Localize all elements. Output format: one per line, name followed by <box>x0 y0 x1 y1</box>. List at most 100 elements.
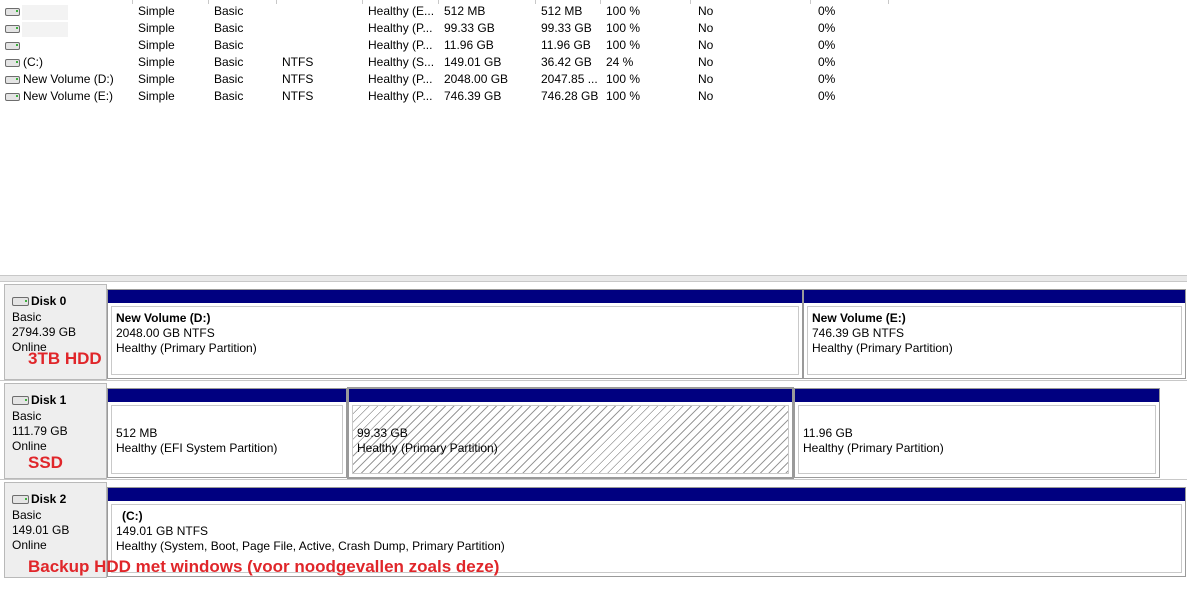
volume-layout: Simple <box>138 72 175 86</box>
row-separator <box>0 380 1187 381</box>
annotation-3tb-hdd: 3TB HDD <box>28 349 102 368</box>
partition-size: 2048.00 GB NTFS <box>116 326 215 340</box>
row-separator <box>0 479 1187 480</box>
volume-pct-free: 100 % <box>606 21 641 35</box>
disk-state: Online <box>12 538 47 552</box>
drive-icon <box>5 93 20 101</box>
drive-icon <box>5 59 20 67</box>
volume-fault-tolerance: No <box>698 4 714 18</box>
volume-name: New Volume (D:) <box>23 72 114 86</box>
volume-overhead: 0% <box>818 38 836 52</box>
volume-type: Basic <box>214 38 244 52</box>
drive-icon <box>5 42 20 50</box>
volume-pct-free: 100 % <box>606 72 641 86</box>
partition-body: 99.33 GB Healthy (Primary Partition) <box>352 405 789 474</box>
partition-recovery[interactable]: 11.96 GB Healthy (Primary Partition) <box>794 388 1160 478</box>
volume-name: (C:) <box>23 55 43 69</box>
volume-row[interactable]: Simple Basic Healthy (P... 11.96 GB 11.9… <box>0 37 900 54</box>
partition-bar <box>108 488 1185 501</box>
volume-row[interactable]: New Volume (D:) Simple Basic NTFS Health… <box>0 71 900 88</box>
volume-name: New Volume (E:) <box>23 89 114 103</box>
annotation-backup-hdd: Backup HDD met windows (voor noodgevalle… <box>28 557 500 576</box>
drive-icon <box>5 25 20 33</box>
volume-fs: NTFS <box>282 72 314 86</box>
partition-efi[interactable]: 512 MB Healthy (EFI System Partition) <box>107 388 347 478</box>
partition-size: 149.01 GB NTFS <box>116 524 209 538</box>
disk-0-title: Disk 0 <box>12 294 66 308</box>
volume-free: 36.42 GB <box>541 55 592 69</box>
volume-free: 512 MB <box>541 4 583 18</box>
pane-splitter[interactable] <box>0 275 1187 282</box>
volume-row[interactable]: (C:) Simple Basic NTFS Healthy (S... 149… <box>0 54 900 71</box>
drive-icon <box>5 8 20 16</box>
volume-layout: Simple <box>138 38 175 52</box>
partition-body: New Volume (D:) 2048.00 GB NTFS Healthy … <box>111 306 799 375</box>
disk-size: 149.01 GB <box>12 523 70 537</box>
partition-status: Healthy (Primary Partition) <box>357 441 498 455</box>
volume-status: Healthy (E... <box>368 4 435 18</box>
volume-capacity: 2048.00 GB <box>444 72 509 86</box>
volume-layout: Simple <box>138 4 175 18</box>
partition-d[interactable]: New Volume (D:) 2048.00 GB NTFS Healthy … <box>107 289 803 379</box>
disk-icon <box>12 494 29 504</box>
partition-size: 11.96 GB <box>803 426 853 440</box>
partition-size: 99.33 GB <box>357 426 408 440</box>
partition-body: 11.96 GB Healthy (Primary Partition) <box>798 405 1156 474</box>
volume-type: Basic <box>214 89 244 103</box>
volume-overhead: 0% <box>818 55 836 69</box>
partition-body: New Volume (E:) 746.39 GB NTFS Healthy (… <box>807 306 1182 375</box>
volume-pct-free: 100 % <box>606 38 641 52</box>
volume-capacity: 11.96 GB <box>444 38 494 52</box>
volume-overhead: 0% <box>818 89 836 103</box>
disk-name: Disk 0 <box>31 294 67 308</box>
volume-type: Basic <box>214 21 244 35</box>
redacted-name <box>22 5 68 20</box>
volume-status: Healthy (P... <box>368 89 433 103</box>
volume-row[interactable]: New Volume (E:) Simple Basic NTFS Health… <box>0 88 900 105</box>
volume-row[interactable]: Simple Basic Healthy (P... 99.33 GB 99.3… <box>0 20 900 37</box>
volume-capacity: 99.33 GB <box>444 21 495 35</box>
partition-bar <box>349 389 792 402</box>
disk-type: Basic <box>12 508 42 522</box>
volume-fault-tolerance: No <box>698 72 714 86</box>
disk-type: Basic <box>12 310 42 324</box>
partition-status: Healthy (System, Boot, Page File, Active… <box>116 539 505 553</box>
volume-type: Basic <box>214 72 244 86</box>
volume-free: 11.96 GB <box>541 38 591 52</box>
annotation-ssd: SSD <box>28 453 63 472</box>
volume-fault-tolerance: No <box>698 21 714 35</box>
partition-e[interactable]: New Volume (E:) 746.39 GB NTFS Healthy (… <box>803 289 1186 379</box>
volume-capacity: 512 MB <box>444 4 486 18</box>
volume-free: 99.33 GB <box>541 21 592 35</box>
volume-status: Healthy (P... <box>368 38 433 52</box>
partition-status: Healthy (Primary Partition) <box>803 441 944 455</box>
volume-list[interactable]: Simple Basic Healthy (E... 512 MB 512 MB… <box>0 0 1187 275</box>
partition-bar <box>108 389 346 402</box>
volume-overhead: 0% <box>818 21 836 35</box>
partition-primary-selected[interactable]: 99.33 GB Healthy (Primary Partition) <box>347 387 794 479</box>
partition-status: Healthy (EFI System Partition) <box>116 441 278 455</box>
volume-capacity: 746.39 GB <box>444 89 502 103</box>
disk-icon <box>12 296 29 306</box>
disk-size: 111.79 GB <box>12 424 68 438</box>
disk-size: 2794.39 GB <box>12 325 77 339</box>
partition-status: Healthy (Primary Partition) <box>116 341 257 355</box>
disk-2-title: Disk 2 <box>12 492 66 506</box>
disk-icon <box>12 395 29 405</box>
partition-bar <box>804 290 1185 303</box>
drive-icon <box>5 76 20 84</box>
volume-fault-tolerance: No <box>698 89 714 103</box>
volume-row[interactable]: Simple Basic Healthy (E... 512 MB 512 MB… <box>0 3 900 20</box>
volume-fault-tolerance: No <box>698 38 714 52</box>
partition-body: 512 MB Healthy (EFI System Partition) <box>111 405 343 474</box>
volume-pct-free: 24 % <box>606 55 634 69</box>
volume-free: 746.28 GB <box>541 89 599 103</box>
volume-pct-free: 100 % <box>606 4 641 18</box>
partition-bar <box>108 290 802 303</box>
partition-title: New Volume (E:) <box>812 311 906 325</box>
disk-type: Basic <box>12 409 42 423</box>
redacted-name <box>22 22 68 37</box>
volume-type: Basic <box>214 55 244 69</box>
volume-layout: Simple <box>138 55 175 69</box>
volume-fault-tolerance: No <box>698 55 714 69</box>
